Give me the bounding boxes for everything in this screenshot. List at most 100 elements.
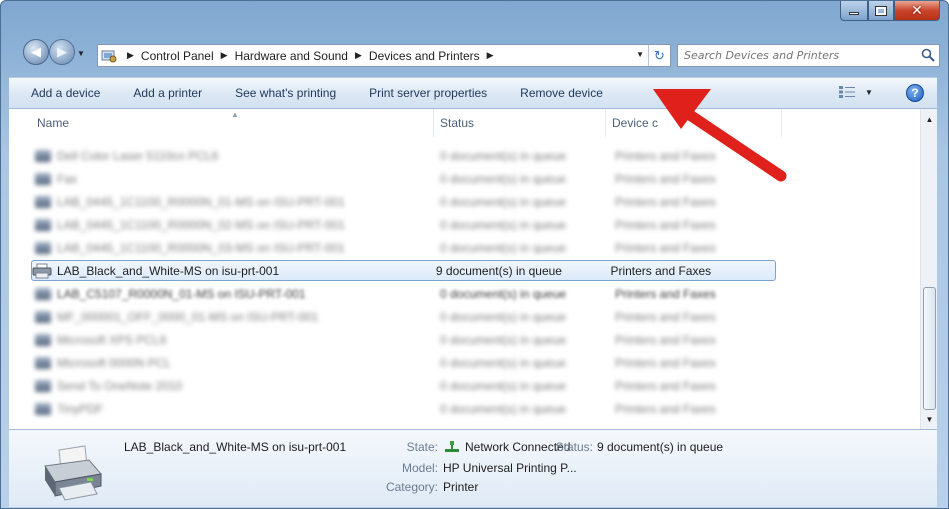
printer-icon: [32, 263, 52, 278]
device-list: Name Status Device c ▲ Dell Color Laser …: [9, 109, 937, 429]
device-name: Send To OneNote 2010: [57, 378, 183, 393]
devices-and-printers-window: ✕ ◀ ▶ ▼ ▶ Control Panel ▶ Hardware and S…: [0, 0, 949, 509]
device-name-cell: MF_000001_OFF_0000_01-MS on ISU-PRT-001: [35, 310, 437, 324]
maximize-button[interactable]: [868, 1, 894, 21]
device-status: 9 document(s) in queue: [435, 263, 562, 278]
device-status: 0 document(s) in queue: [440, 240, 567, 255]
device-status: 0 document(s) in queue: [440, 286, 567, 301]
device-name: Fax: [57, 171, 78, 186]
red-arrow-annotation: [653, 89, 787, 182]
device-name-cell: Microsoft XPS PCL6: [35, 333, 437, 347]
device-name: Microsoft XPS PCL6: [57, 332, 167, 347]
device-icon: [35, 310, 51, 323]
device-icon: [35, 333, 51, 346]
breadcrumb-control-panel[interactable]: Control Panel: [141, 49, 214, 63]
change-view-button[interactable]: ▼: [839, 86, 873, 98]
device-name-cell: LAB_C5107_R0000N_01-MS on ISU-PRT-001: [35, 287, 437, 301]
scroll-thumb[interactable]: [923, 287, 936, 410]
address-dropdown-icon[interactable]: ▼: [636, 50, 644, 59]
maximize-icon: [875, 5, 887, 16]
device-name-cell: Fax: [35, 172, 437, 186]
device-row[interactable]: LAB_Black_and_White-MS on isu-prt-001 9 d…: [31, 260, 776, 281]
minimize-button[interactable]: [840, 1, 868, 21]
search-box: [677, 44, 940, 67]
network-icon: [445, 441, 459, 452]
forward-button[interactable]: ▶: [49, 39, 75, 65]
recent-pages-dropdown[interactable]: ▼: [77, 49, 85, 58]
device-name: TinyPDF: [57, 401, 104, 416]
command-bar: Add a device Add a printer See what's pr…: [9, 77, 937, 109]
help-button[interactable]: ?: [906, 84, 924, 102]
breadcrumb-separator[interactable]: ▶: [127, 50, 134, 61]
device-icon: [35, 241, 51, 254]
device-status: 0 document(s) in queue: [440, 378, 567, 393]
device-row[interactable]: Send To OneNote 2010 0 document(s) in que…: [35, 375, 780, 396]
device-row[interactable]: LAB_0445_1C1100_R0000N_01-MS on ISU-PRT-…: [35, 191, 780, 212]
remove-device-button[interactable]: Remove device: [520, 86, 603, 100]
add-printer-button[interactable]: Add a printer: [133, 86, 202, 100]
search-icon[interactable]: [921, 48, 935, 62]
device-status: 0 document(s) in queue: [440, 171, 567, 186]
device-name-cell: LAB_0445_1C1100_R0000N_02-MS on ISU-PRT-…: [35, 218, 437, 232]
device-category: Printers and Faxes: [615, 401, 716, 416]
device-row[interactable]: LAB_0445_1C1100_R0000N_02-MS on ISU-PRT-…: [35, 214, 780, 235]
add-device-button[interactable]: Add a device: [31, 86, 100, 100]
refresh-button[interactable]: ↻: [648, 45, 670, 66]
device-row[interactable]: Microsoft XPS PCL6 0 document(s) in queue…: [35, 329, 780, 350]
sort-ascending-icon: ▲: [231, 110, 239, 119]
device-row[interactable]: LAB_0445_1C1100_R0000N_03-MS on ISU-PRT-…: [35, 237, 780, 258]
device-icon: [35, 195, 51, 208]
device-name: LAB_0445_1C1100_R0000N_01-MS on ISU-PRT-…: [57, 194, 345, 209]
caption-buttons: ✕: [840, 1, 940, 23]
column-header-status[interactable]: Status: [434, 109, 606, 137]
device-icon: [35, 149, 51, 162]
close-icon: ✕: [911, 2, 923, 18]
scroll-up-icon[interactable]: ▲: [923, 111, 936, 127]
vertical-scrollbar[interactable]: ▲ ▼: [920, 109, 937, 429]
device-category: Printers and Faxes: [610, 263, 712, 278]
search-input[interactable]: [684, 49, 914, 62]
print-server-properties-button[interactable]: Print server properties: [369, 86, 487, 100]
scroll-down-icon[interactable]: ▼: [923, 411, 936, 427]
chevron-down-icon: ▼: [865, 87, 873, 97]
device-row[interactable]: TinyPDF 0 document(s) in queue Printers an…: [35, 398, 780, 419]
device-name: LAB_0445_1C1100_R0000N_03-MS on ISU-PRT-…: [57, 240, 345, 255]
breadcrumb: ▶ Control Panel ▶ Hardware and Sound ▶ D…: [120, 49, 501, 63]
breadcrumb-devices-and-printers[interactable]: Devices and Printers: [369, 49, 480, 63]
category-value: Printer: [443, 480, 479, 494]
device-status: 0 document(s) in queue: [440, 401, 567, 416]
breadcrumb-separator[interactable]: ▶: [221, 50, 228, 61]
device-category: Printers and Faxes: [615, 309, 716, 324]
device-name-cell: Send To OneNote 2010: [35, 379, 437, 393]
device-name-cell: LAB_0445_1C1100_R0000N_03-MS on ISU-PRT-…: [35, 241, 437, 255]
device-category: Printers and Faxes: [615, 194, 716, 209]
device-row[interactable]: Microsoft 0000N PCL 0 document(s) in queu…: [35, 352, 780, 373]
help-icon: ?: [911, 86, 919, 100]
device-name: Dell Color Laser 5110cn PCL6: [57, 148, 219, 163]
breadcrumb-separator[interactable]: ▶: [355, 50, 362, 61]
device-name-cell: LAB_0445_1C1100_R0000N_01-MS on ISU-PRT-…: [35, 195, 437, 209]
address-bar[interactable]: ▶ Control Panel ▶ Hardware and Sound ▶ D…: [97, 44, 671, 67]
device-category: Printers and Faxes: [615, 332, 716, 347]
device-status: 0 document(s) in queue: [440, 217, 567, 232]
minimize-icon: [849, 12, 859, 15]
breadcrumb-separator[interactable]: ▶: [487, 50, 494, 61]
details-title: LAB_Black_and_White-MS on isu-prt-001: [124, 440, 347, 454]
refresh-icon: ↻: [654, 47, 665, 63]
status-label: Status:: [555, 440, 593, 454]
device-name: LAB_C5107_R0000N_01-MS on ISU-PRT-001: [57, 286, 306, 301]
category-label: Category:: [385, 480, 438, 494]
back-button[interactable]: ◀: [23, 39, 49, 65]
breadcrumb-hardware-and-sound[interactable]: Hardware and Sound: [235, 49, 348, 63]
device-status: 0 document(s) in queue: [440, 194, 567, 209]
device-icon: [35, 379, 51, 392]
device-icon: [35, 218, 51, 231]
close-button[interactable]: ✕: [894, 1, 940, 21]
printer-large-icon: [44, 445, 102, 501]
status-value: 9 document(s) in queue: [597, 440, 724, 454]
see-whats-printing-button[interactable]: See what's printing: [235, 86, 336, 100]
forward-arrow-icon: ▶: [57, 44, 67, 59]
device-row[interactable]: LAB_C5107_R0000N_01-MS on ISU-PRT-001 0 d…: [35, 283, 780, 304]
device-row[interactable]: MF_000001_OFF_0000_01-MS on ISU-PRT-001 0…: [35, 306, 780, 327]
device-status: 0 document(s) in queue: [440, 148, 567, 163]
